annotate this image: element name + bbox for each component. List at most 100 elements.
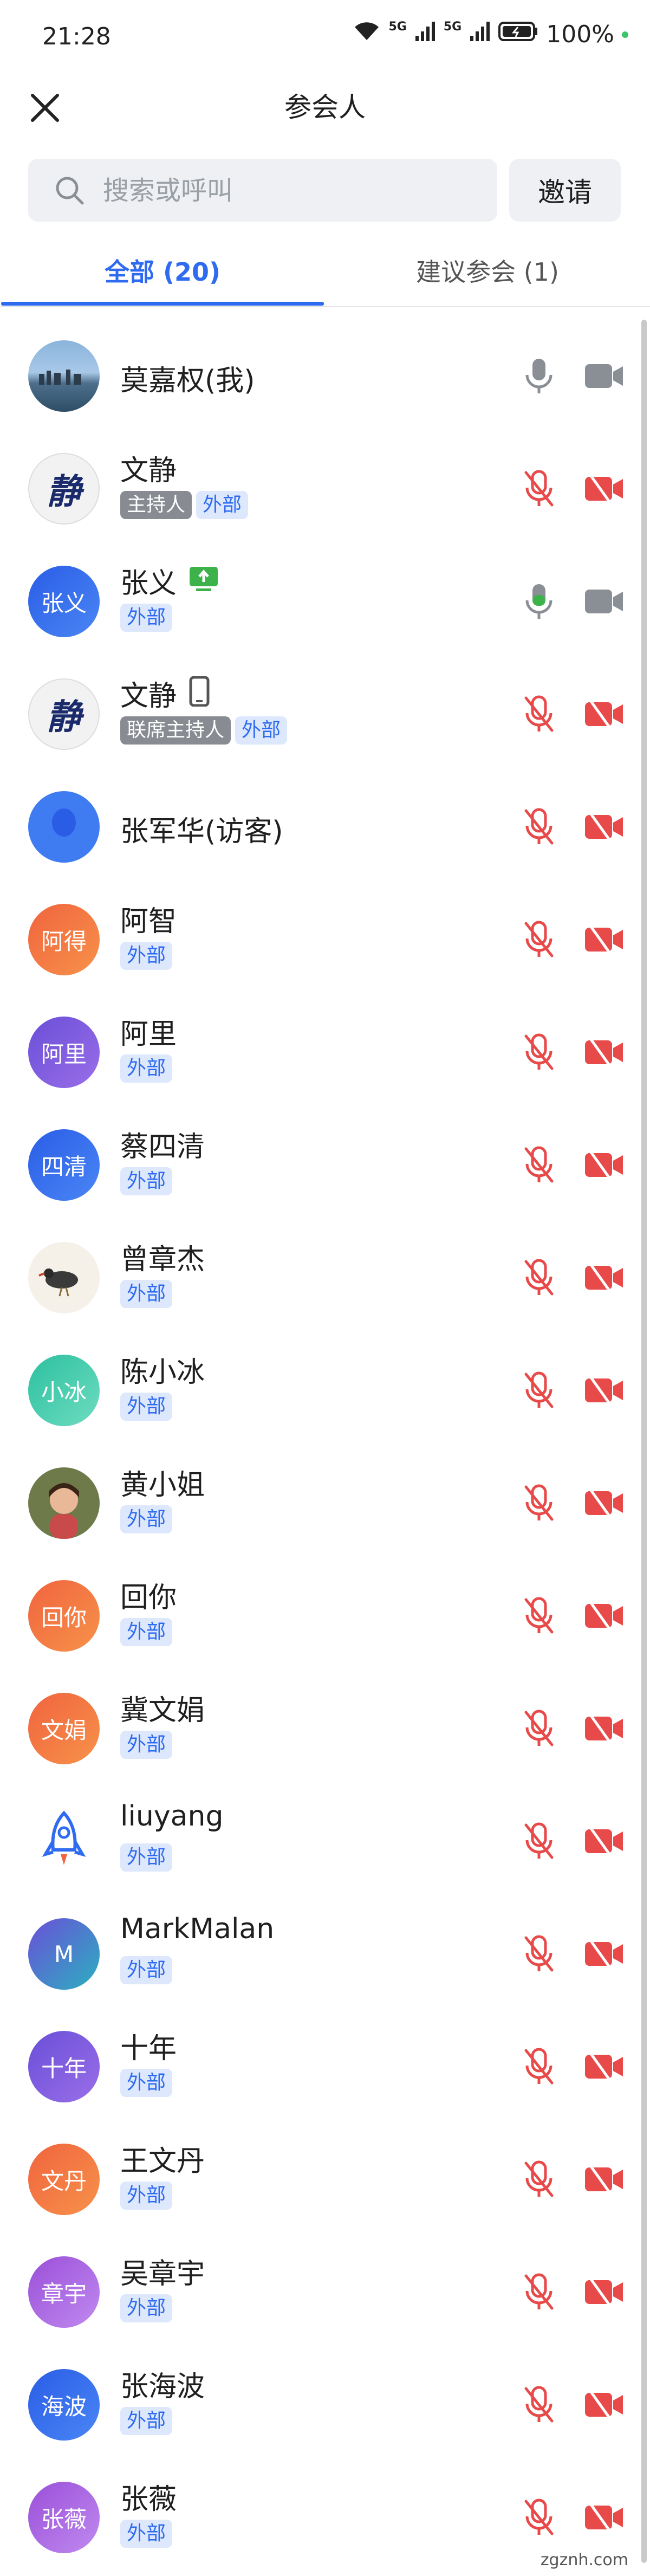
participant-row[interactable]: liuyang 外部 [0, 1785, 650, 1898]
mic-muted-icon[interactable] [523, 469, 555, 508]
participant-name: 张义 [120, 567, 177, 600]
participant-row[interactable]: 章宇 吴章宇 外部 [0, 2236, 650, 2348]
camera-off-icon[interactable] [584, 2501, 624, 2534]
participant-name: liuyang [120, 1800, 224, 1833]
camera-off-icon[interactable] [584, 1149, 624, 1181]
tag-external: 外部 [120, 1054, 173, 1083]
mic-muted-icon[interactable] [523, 1934, 555, 1973]
avatar[interactable]: 小冰 [28, 1355, 100, 1426]
participant-row[interactable]: 曾章杰 外部 [0, 1221, 650, 1334]
avatar[interactable] [28, 1805, 100, 1877]
avatar[interactable]: 静 [28, 453, 100, 525]
avatar[interactable]: 阿里 [28, 1017, 100, 1088]
participant-row[interactable]: 文娟 冀文娟 外部 [0, 1672, 650, 1785]
tag-group: 外部 [120, 942, 173, 970]
avatar[interactable]: 章宇 [28, 2256, 100, 2328]
mic-icon[interactable] [523, 357, 555, 396]
camera-icon[interactable] [584, 586, 624, 617]
avatar[interactable]: 海波 [28, 2369, 100, 2441]
camera-off-icon[interactable] [584, 2276, 624, 2308]
participant-row[interactable]: 张义 张义 外部 [0, 545, 650, 658]
camera-off-icon[interactable] [584, 1712, 624, 1745]
status-time: 21:28 [42, 23, 111, 50]
avatar[interactable]: 张薇 [28, 2482, 100, 2553]
tab-all[interactable]: 全部 (20) [0, 241, 325, 305]
camera-off-icon[interactable] [584, 473, 624, 505]
mic-muted-icon[interactable] [523, 1258, 555, 1297]
avatar[interactable]: 四清 [28, 1129, 100, 1201]
camera-icon[interactable] [584, 361, 624, 391]
mic-muted-icon[interactable] [523, 920, 555, 959]
mic-muted-icon[interactable] [523, 2047, 555, 2086]
avatar[interactable]: 阿得 [28, 904, 100, 975]
mic-muted-icon[interactable] [523, 2273, 555, 2312]
invite-button[interactable]: 邀请 [509, 159, 621, 222]
camera-off-icon[interactable] [584, 811, 624, 843]
avatar-initials: 阿里 [41, 1040, 87, 1067]
avatar[interactable]: 文娟 [28, 1693, 100, 1764]
mic-muted-icon[interactable] [523, 1371, 555, 1410]
avatar[interactable]: 静 [28, 678, 100, 750]
tab-active-indicator [1, 302, 324, 306]
avatar[interactable]: 文丹 [28, 2144, 100, 2215]
mic-muted-icon[interactable] [523, 1596, 555, 1635]
camera-off-icon[interactable] [584, 1374, 624, 1407]
participant-row[interactable]: 海波 张海波外部 [0, 2348, 650, 2461]
camera-off-icon[interactable] [584, 1600, 624, 1632]
camera-off-icon[interactable] [584, 1487, 624, 1519]
participant-name: 张海波 [120, 2371, 205, 2403]
avatar[interactable] [28, 1467, 100, 1539]
avatar-initials: 章宇 [41, 2280, 87, 2307]
participant-row[interactable]: 阿得 阿智 外部 [0, 883, 650, 996]
avatar[interactable]: M [28, 1918, 100, 1990]
avatar[interactable]: 张义 [28, 566, 100, 637]
mic-muted-icon[interactable] [523, 1822, 555, 1861]
camera-off-icon[interactable] [584, 2163, 624, 2196]
search-input[interactable] [102, 159, 483, 223]
camera-off-icon[interactable] [584, 2389, 624, 2421]
camera-off-icon[interactable] [584, 1825, 624, 1857]
avatar-initials: 小冰 [41, 1378, 87, 1406]
camera-off-icon[interactable] [584, 2050, 624, 2083]
participant-row[interactable]: 小冰 陈小冰 外部 [0, 1334, 650, 1447]
tag-group: 外部 [120, 1167, 173, 1195]
participant-row[interactable]: M MarkMalan 外部 [0, 1898, 650, 2010]
mic-muted-icon[interactable] [523, 695, 555, 734]
tab-suggested[interactable]: 建议参会 (1) [325, 241, 650, 305]
mic-icon[interactable] [523, 582, 555, 621]
participant-row[interactable]: 回你 回你 外部 [0, 1559, 650, 1672]
mic-muted-icon[interactable] [523, 2385, 555, 2424]
camera-off-icon[interactable] [584, 923, 624, 956]
participant-row[interactable]: 静 文静 主持人 外部 [0, 432, 650, 545]
camera-off-icon[interactable] [584, 698, 624, 730]
mic-muted-icon[interactable] [523, 1033, 555, 1072]
participant-row[interactable]: 文丹 王文丹 外部 [0, 2123, 650, 2236]
status-bar: 21:28 5G 5G 100% [0, 0, 650, 76]
mic-muted-icon[interactable] [523, 2160, 555, 2199]
search-box[interactable] [28, 159, 497, 223]
avatar[interactable]: 回你 [28, 1580, 100, 1652]
avatar-initials: 海波 [41, 2393, 87, 2420]
camera-off-icon[interactable] [584, 1036, 624, 1069]
participant-row[interactable]: 莫嘉权(我) [0, 320, 650, 432]
participant-row[interactable]: 张军华(访客) [0, 771, 650, 883]
tag-external: 外部 [120, 2407, 173, 2435]
participant-row[interactable]: 黄小姐 外部 [0, 1447, 650, 1559]
avatar[interactable] [28, 340, 100, 412]
avatar[interactable]: 十年 [28, 2031, 100, 2102]
participant-name: 蔡四清 [120, 1131, 205, 1163]
participant-row[interactable]: 十年 十年 外部 [0, 2010, 650, 2123]
mic-muted-icon[interactable] [523, 2498, 555, 2537]
participant-row[interactable]: 阿里 阿里 外部 [0, 996, 650, 1109]
avatar[interactable] [28, 791, 100, 863]
mic-muted-icon[interactable] [523, 1709, 555, 1748]
mic-muted-icon[interactable] [523, 807, 555, 846]
camera-off-icon[interactable] [584, 1938, 624, 1970]
mic-muted-icon[interactable] [523, 1484, 555, 1523]
participant-row[interactable]: 四清 蔡四清外部 [0, 1109, 650, 1221]
avatar[interactable] [28, 1242, 100, 1313]
participant-row[interactable]: 静 文静 联席主持人 外部 [0, 658, 650, 771]
tag-external: 外部 [120, 2182, 173, 2210]
camera-off-icon[interactable] [584, 1261, 624, 1294]
mic-muted-icon[interactable] [523, 1145, 555, 1185]
